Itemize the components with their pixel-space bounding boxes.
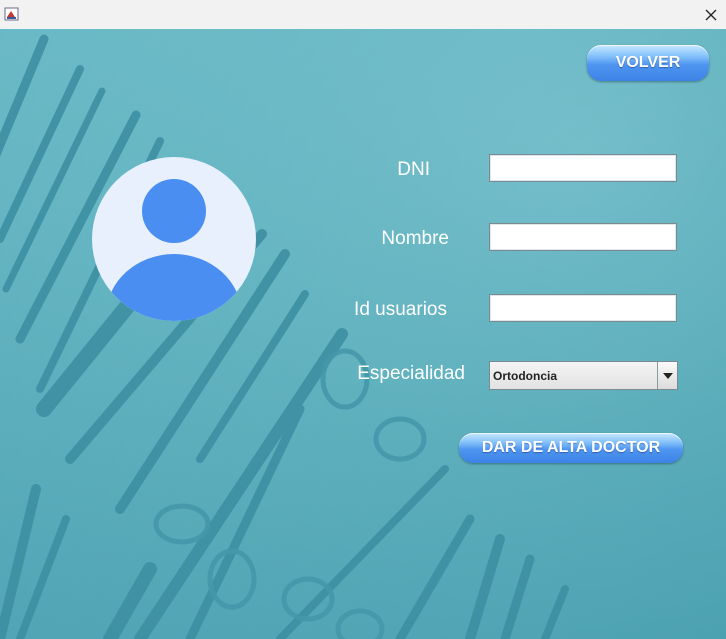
surgical-instruments-background: [0, 29, 726, 639]
close-icon: [705, 9, 717, 20]
nombre-label: Nombre: [381, 228, 449, 249]
close-button[interactable]: [696, 0, 726, 29]
dropdown-arrow-button[interactable]: [657, 362, 677, 389]
dni-input[interactable]: [489, 154, 677, 182]
chevron-down-icon: [662, 372, 673, 379]
id-usuarios-label: Id usuarios: [354, 299, 447, 320]
especialidad-label: Especialidad: [357, 363, 465, 384]
java-cup-icon: [4, 7, 19, 21]
dar-de-alta-doctor-button[interactable]: DAR DE ALTA DOCTOR: [459, 433, 683, 463]
especialidad-dropdown[interactable]: Ortodoncia: [489, 361, 678, 390]
volver-button[interactable]: VOLVER: [587, 45, 709, 81]
especialidad-selected: Ortodoncia: [493, 369, 558, 383]
id-usuarios-input[interactable]: [489, 294, 677, 322]
nombre-input[interactable]: [489, 223, 677, 251]
dni-label: DNI: [397, 159, 430, 180]
main-panel: VOLVER DNI Nombre Id usuarios Especialid…: [0, 29, 726, 639]
title-bar: [0, 0, 726, 30]
user-avatar-icon: [92, 157, 256, 321]
